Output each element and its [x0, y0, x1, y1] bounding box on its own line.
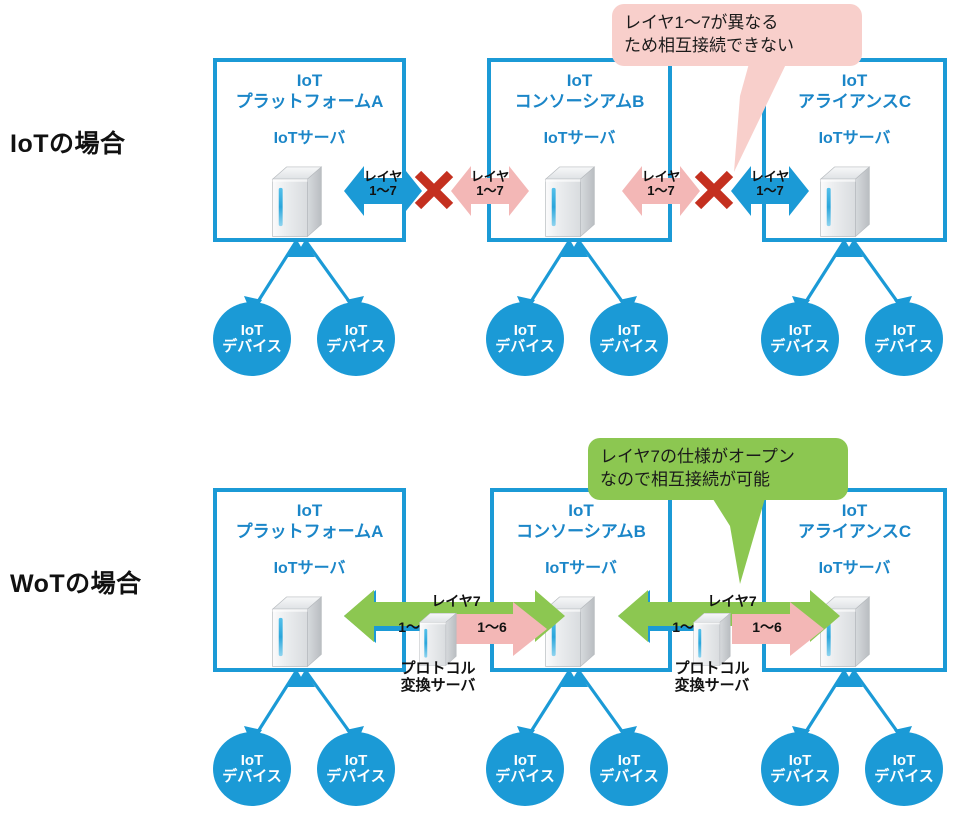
- wot-device-c2: IoT デバイス: [865, 732, 943, 806]
- wot-device-b2: IoT デバイス: [590, 732, 668, 806]
- wot-arrow-left-pink: [455, 600, 547, 658]
- row-label-iot: IoTの場合: [10, 130, 126, 158]
- device-connectors-row2: [244, 669, 912, 745]
- wot-device-c1: IoT デバイス: [761, 732, 839, 806]
- device-b1: IoT デバイス: [486, 302, 564, 376]
- server-icon-platform-a: [268, 160, 326, 240]
- protocol-conversion-server-1: [416, 608, 460, 668]
- server-icon-consortium-b: [541, 160, 599, 240]
- device-b2: IoT デバイス: [590, 302, 668, 376]
- wot-org-title-platform-a: IoT プラットフォームA: [235, 501, 384, 542]
- wot-device-a2: IoT デバイス: [317, 732, 395, 806]
- org-title-platform-a: IoT プラットフォームA: [235, 71, 384, 112]
- row-label-wot: WoTの場合: [10, 570, 142, 598]
- wot-device-b1: IoT デバイス: [486, 732, 564, 806]
- callout-iot-incompatible: レイヤ1〜7が異なる ため相互接続できない: [612, 4, 862, 194]
- device-c2: IoT デバイス: [865, 302, 943, 376]
- protocol-conversion-caption-2: プロトコル 変換サーバ: [674, 660, 750, 695]
- callout-wot-compatible: レイヤ7の仕様がオープン なので相互接続が可能: [588, 438, 848, 618]
- diagram-canvas: IoTの場合 IoT プラットフォームA IoTサーバ IoT コンソーシアムB…: [0, 0, 960, 816]
- layer-arrow-b-pink-left: レイヤ 1〜7: [451, 160, 529, 222]
- wot-server-label-platform-a: IoTサーバ: [273, 560, 346, 577]
- device-a2: IoT デバイス: [317, 302, 395, 376]
- server-label-platform-a: IoTサーバ: [273, 130, 346, 147]
- x-mark-1: [412, 168, 456, 217]
- callout-iot-text: レイヤ1〜7が異なる ため相互接続できない: [612, 4, 862, 66]
- callout-wot-text: レイヤ7の仕様がオープン なので相互接続が可能: [588, 438, 848, 500]
- layer-arrow-a-blue: レイヤ 1〜7: [344, 160, 422, 222]
- device-a1: IoT デバイス: [213, 302, 291, 376]
- protocol-conversion-caption-1: プロトコル 変換サーバ: [400, 660, 476, 695]
- device-c1: IoT デバイス: [761, 302, 839, 376]
- device-connectors-row1: [244, 239, 912, 315]
- wot-server-icon-platform-a: [268, 590, 326, 670]
- wot-device-a1: IoT デバイス: [213, 732, 291, 806]
